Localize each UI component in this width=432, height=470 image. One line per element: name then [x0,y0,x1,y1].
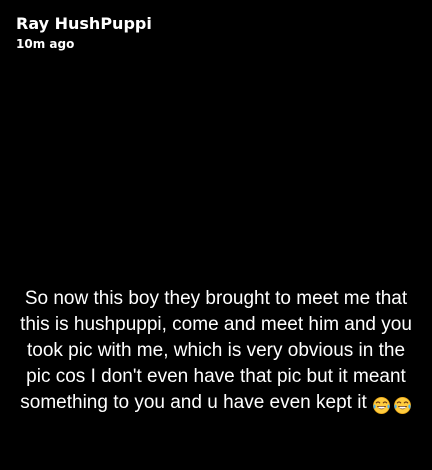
face-with-tears-of-joy-icon [393,397,411,415]
story-username[interactable]: Ray HushPuppi [16,14,152,34]
caption-line: pic cos I don't even have that pic but i… [26,366,406,387]
story-caption: So now this boy they brought to meet me … [0,286,432,419]
caption-line-last: something to you and u have even kept it [6,390,426,419]
caption-line: So now this boy they brought to meet me … [24,288,408,309]
story-viewer[interactable]: Ray HushPuppi 10m ago So now this boy th… [0,0,432,470]
caption-line-text: something to you and u have even kept it [20,392,367,413]
emoji-group [370,393,412,419]
story-timestamp: 10m ago [16,37,75,51]
caption-line: this is hushpuppi, come and meet him and… [20,314,412,335]
face-with-tears-of-joy-icon [372,397,390,415]
caption-line: took pic with me, which is very obvious … [26,340,406,361]
story-header: Ray HushPuppi 10m ago [16,14,152,52]
